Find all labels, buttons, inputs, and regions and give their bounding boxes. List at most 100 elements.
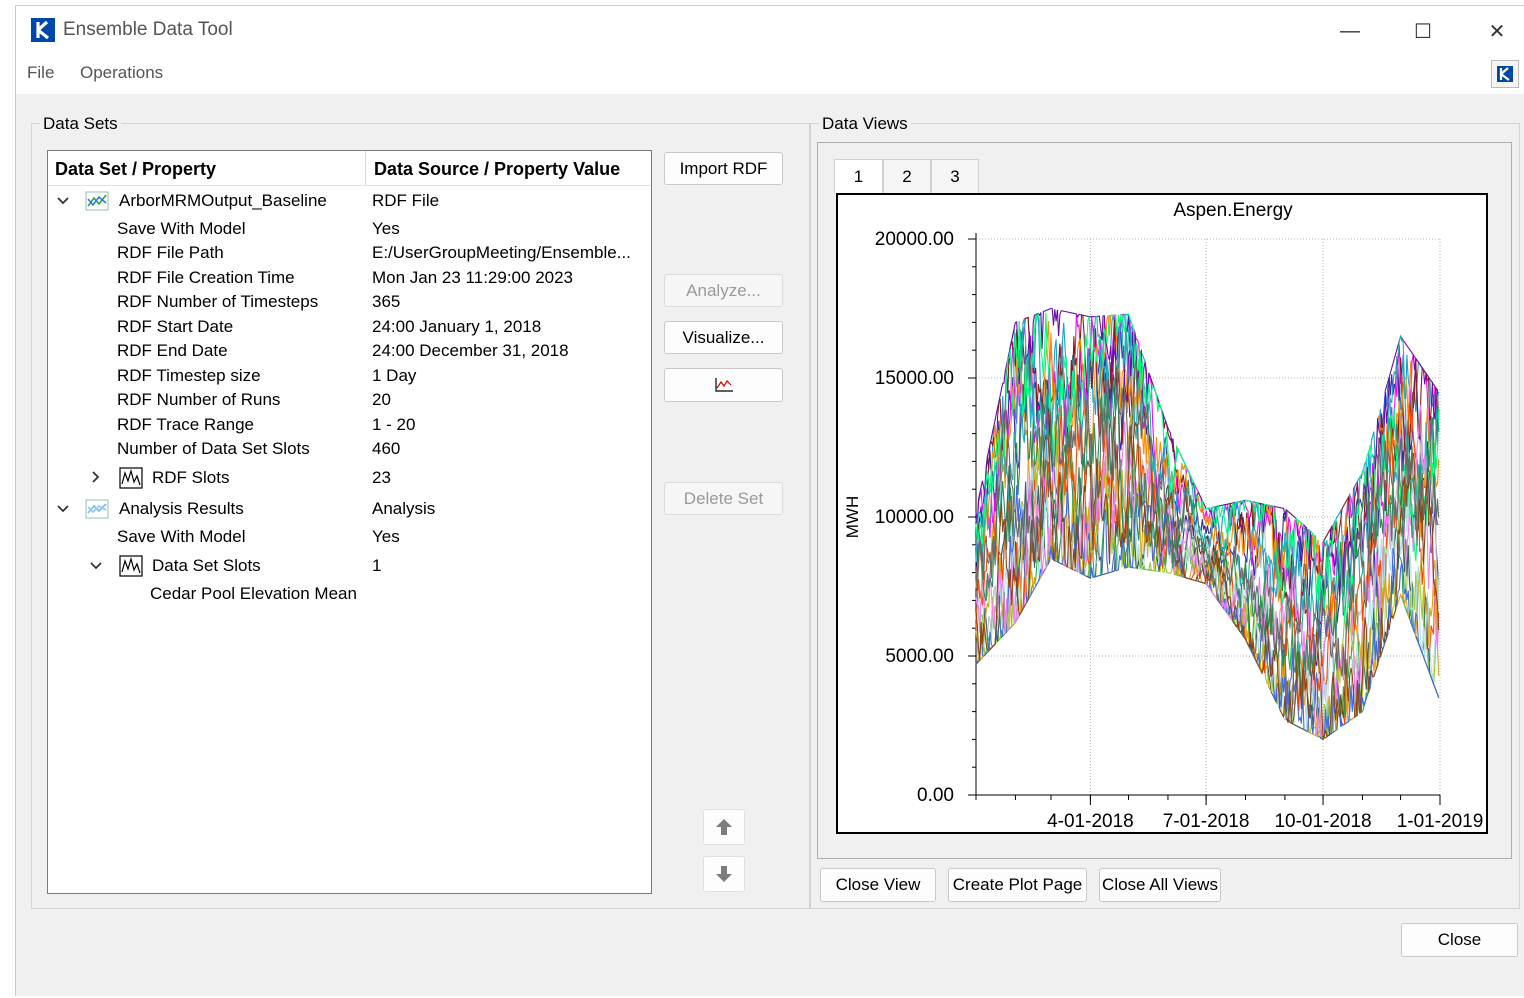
tab-3[interactable]: 3 bbox=[931, 159, 979, 193]
y-axis-label: MWH bbox=[843, 496, 862, 538]
tree-row-property[interactable]: Save With Model Yes bbox=[48, 217, 651, 241]
riverware-corner-button[interactable] bbox=[1491, 60, 1519, 88]
property-value: Mon Jan 23 11:29:00 2023 bbox=[372, 268, 574, 287]
maximize-icon: ☐ bbox=[1414, 20, 1432, 43]
data-sets-tree[interactable]: Data Set / Property Data Source / Proper… bbox=[47, 150, 652, 894]
property-label: Save With Model bbox=[117, 219, 246, 238]
slots-icon bbox=[119, 555, 143, 577]
tree-row-property[interactable]: Save With Model Yes bbox=[48, 525, 651, 549]
window-title: Ensemble Data Tool bbox=[63, 19, 233, 40]
property-value: E:/UserGroupMeeting/Ensemble... bbox=[372, 243, 631, 262]
title-bar: Ensemble Data Tool — ☐ ✕ bbox=[16, 6, 1524, 54]
property-value: 1 Day bbox=[372, 366, 417, 385]
delete-set-button[interactable]: Delete Set bbox=[664, 482, 783, 515]
property-label: RDF Start Date bbox=[117, 317, 234, 336]
tree-row-property[interactable]: RDF End Date 24:00 December 31, 2018 bbox=[48, 339, 651, 363]
dataset-name: ArborMRMOutput_Baseline bbox=[119, 191, 327, 210]
tree-row-dataset-analysis[interactable]: Analysis Results Analysis bbox=[48, 497, 651, 521]
create-plot-page-button[interactable]: Create Plot Page bbox=[948, 868, 1087, 902]
close-button[interactable]: Close bbox=[1401, 923, 1518, 957]
property-label: RDF Number of Timesteps bbox=[117, 292, 319, 311]
tree-row-rdf-slots[interactable]: RDF Slots 23 bbox=[48, 466, 651, 490]
x-tick-label: 4-01-2018 bbox=[1047, 811, 1134, 832]
menu-operations[interactable]: Operations bbox=[80, 63, 163, 83]
column-divider[interactable] bbox=[365, 151, 366, 185]
property-value: Yes bbox=[372, 527, 400, 546]
collapse-arrow-icon[interactable] bbox=[56, 498, 72, 518]
close-icon: ✕ bbox=[1488, 20, 1506, 43]
menu-bar: File Operations bbox=[16, 54, 1524, 94]
rdf-slots-count: 23 bbox=[372, 468, 391, 487]
rdf-slots-label: RDF Slots bbox=[152, 468, 230, 487]
tree-header: Data Set / Property Data Source / Proper… bbox=[48, 151, 651, 186]
close-window-button[interactable]: ✕ bbox=[1474, 14, 1520, 48]
tree-row-slot[interactable]: Cedar Pool Elevation Mean bbox=[48, 582, 651, 606]
tab-2[interactable]: 2 bbox=[883, 159, 931, 193]
property-value: 24:00 January 1, 2018 bbox=[372, 317, 542, 336]
plot-area[interactable]: Aspen.Energy MWH 20000.00 15000.00 10000.00 5… bbox=[836, 193, 1488, 834]
ensemble-dataset-icon bbox=[85, 191, 109, 211]
tree-row-property[interactable]: RDF Start Date 24:00 January 1, 2018 bbox=[48, 315, 651, 339]
riverware-icon bbox=[1497, 66, 1513, 82]
tree-row-property[interactable]: Number of Data Set Slots 460 bbox=[48, 437, 651, 461]
tree-row-property[interactable]: RDF Number of Timesteps 365 bbox=[48, 290, 651, 314]
tree-row-dataset-baseline[interactable]: ArborMRMOutput_Baseline RDF File bbox=[48, 189, 651, 213]
minimize-button[interactable]: — bbox=[1327, 14, 1373, 48]
tree-row-property[interactable]: RDF Trace Range 1 - 20 bbox=[48, 413, 651, 437]
property-label: Save With Model bbox=[117, 527, 246, 546]
x-tick-label: 1-01-2019 bbox=[1397, 811, 1484, 832]
y-tick-label: 15000.00 bbox=[875, 368, 954, 389]
column-header-property[interactable]: Data Set / Property bbox=[55, 159, 216, 180]
property-label: RDF End Date bbox=[117, 341, 228, 360]
data-set-slots-label: Data Set Slots bbox=[152, 556, 261, 575]
tree-row-property[interactable]: RDF Number of Runs 20 bbox=[48, 388, 651, 412]
tree-row-property[interactable]: RDF Timestep size 1 Day bbox=[48, 364, 651, 388]
maximize-button[interactable]: ☐ bbox=[1400, 14, 1446, 48]
move-up-button[interactable] bbox=[703, 809, 745, 845]
property-value: 460 bbox=[372, 439, 401, 458]
analyze-button[interactable]: Analyze... bbox=[664, 274, 783, 307]
property-value: Yes bbox=[372, 219, 400, 238]
import-rdf-button[interactable]: Import RDF bbox=[664, 152, 783, 185]
property-value: 24:00 December 31, 2018 bbox=[372, 341, 569, 360]
arrow-up-icon bbox=[716, 819, 732, 835]
collapse-arrow-icon[interactable] bbox=[89, 555, 105, 575]
tree-row-property[interactable]: RDF File Creation Time Mon Jan 23 11:29:… bbox=[48, 266, 651, 290]
move-down-button[interactable] bbox=[703, 856, 745, 892]
tree-row-property[interactable]: RDF File Path E:/UserGroupMeeting/Ensemb… bbox=[48, 241, 651, 265]
visualize-button[interactable]: Visualize... bbox=[664, 321, 783, 354]
menu-file[interactable]: File bbox=[27, 63, 54, 83]
property-value: 20 bbox=[372, 390, 391, 409]
data-sets-group-title: Data Sets bbox=[40, 114, 121, 134]
x-tick-label: 10-01-2018 bbox=[1274, 811, 1371, 832]
column-header-value[interactable]: Data Source / Property Value bbox=[374, 159, 620, 180]
data-set-slots-count: 1 bbox=[372, 556, 382, 575]
x-tick-label: 7-01-2018 bbox=[1163, 811, 1250, 832]
dataset-name: Analysis Results bbox=[119, 499, 244, 518]
close-all-views-button[interactable]: Close All Views bbox=[1099, 868, 1221, 902]
tree-row-data-set-slots[interactable]: Data Set Slots 1 bbox=[48, 554, 651, 578]
expand-arrow-icon[interactable] bbox=[89, 467, 105, 487]
property-label: RDF Timestep size bbox=[117, 366, 261, 385]
dataset-source: RDF File bbox=[372, 191, 440, 210]
property-label: Number of Data Set Slots bbox=[117, 439, 310, 458]
ensemble-line-chart[interactable]: Aspen.Energy MWH 20000.00 15000.00 10000.00 5… bbox=[838, 195, 1486, 832]
property-value: 1 - 20 bbox=[372, 415, 416, 434]
riverware-app-icon bbox=[31, 18, 55, 42]
slot-label: Cedar Pool Elevation Mean bbox=[150, 584, 357, 603]
collapse-arrow-icon[interactable] bbox=[56, 190, 72, 210]
close-view-button[interactable]: Close View bbox=[820, 868, 936, 902]
chart-title: Aspen.Energy bbox=[1173, 200, 1293, 221]
property-label: RDF Number of Runs bbox=[117, 390, 281, 409]
y-tick-label: 0.00 bbox=[917, 785, 954, 806]
data-views-group-title: Data Views bbox=[819, 114, 911, 134]
tab-1[interactable]: 1 bbox=[834, 159, 883, 193]
dataset-source: Analysis bbox=[372, 499, 436, 518]
y-tick-label: 20000.00 bbox=[875, 229, 954, 250]
y-tick-label: 5000.00 bbox=[885, 646, 954, 667]
property-value: 365 bbox=[372, 292, 401, 311]
slots-icon bbox=[119, 467, 143, 489]
ensemble-data-tool-window: Ensemble Data Tool — ☐ ✕ File Operations… bbox=[15, 5, 1524, 996]
plot-button[interactable] bbox=[664, 368, 783, 402]
analysis-dataset-icon bbox=[85, 499, 109, 519]
